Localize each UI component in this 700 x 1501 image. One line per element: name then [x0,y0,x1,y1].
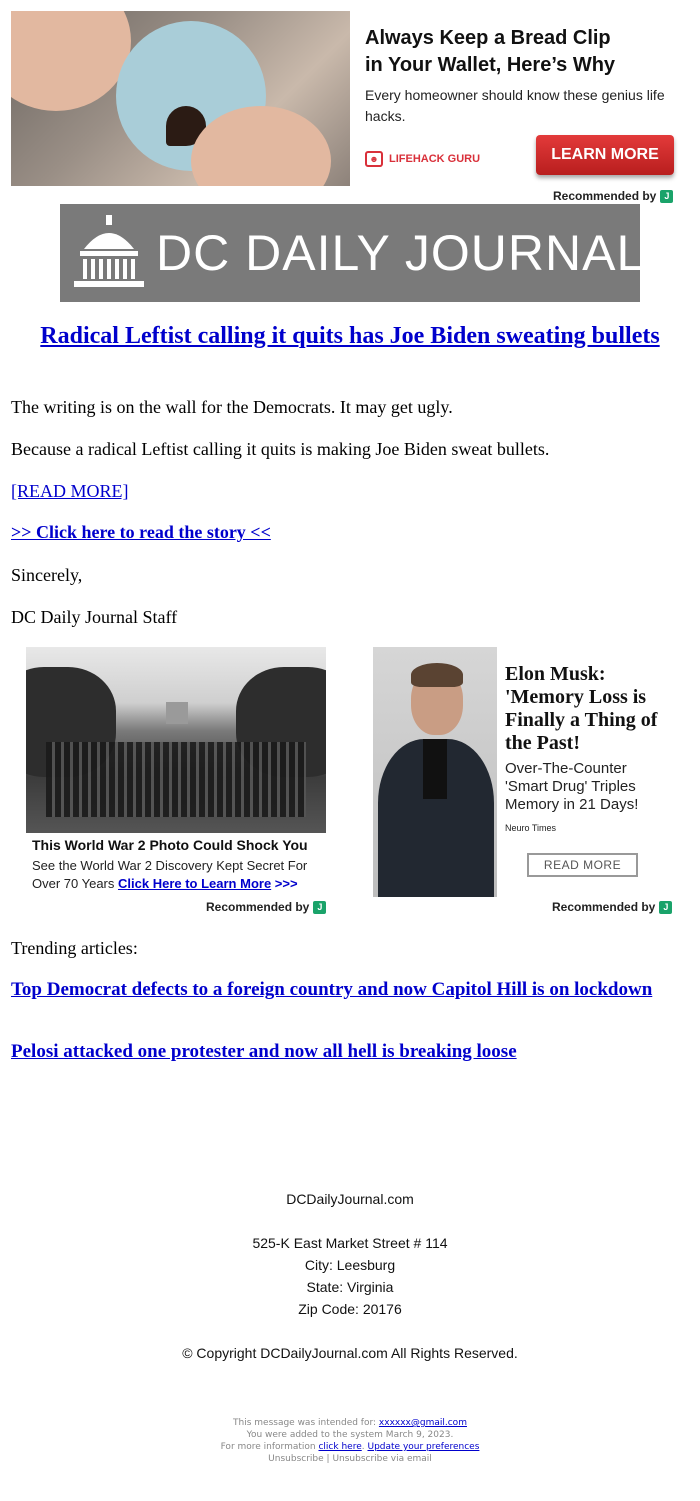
unsubscribe-link[interactable]: Unsubscribe [268,1454,324,1464]
intended-for-line: This message was intended for: xxxxxx@gm… [0,1417,700,1429]
musk-read-more-button[interactable]: READ MORE [527,853,638,877]
ad-headline[interactable]: Always Keep a Bread Clip in Your Wallet,… [365,25,665,79]
ad-headline-line2[interactable]: in Your Wallet, Here’s Why [365,52,665,79]
recipient-email-link[interactable]: xxxxxx@gmail.com [379,1418,467,1428]
closing-text: Sincerely, [11,565,83,585]
intended-for-label: This message was intended for: [233,1418,379,1428]
read-more-link[interactable]: [READ MORE] [11,481,129,501]
click-here-link[interactable]: >> Click here to read the story << [11,522,271,542]
signature-text: DC Daily Journal Staff [11,607,178,627]
musk-photo[interactable] [373,647,497,897]
site-logo[interactable]: DC DAILY JOURNAL [60,204,644,302]
ad-image[interactable] [11,11,350,186]
update-preferences-link[interactable]: Update your preferences [367,1442,479,1452]
article-headline-link[interactable]: Radical Leftist calling it quits has Joe… [11,324,689,349]
shirt-shape [423,739,447,799]
footer-city: City: Leesburg [304,1257,396,1273]
recommended-by-musk[interactable]: Recommended by J [552,900,673,914]
ad-brand: ☻ LIFEHACK GURU [365,151,480,167]
click-here-wrapper: >> Click here to read the story << [11,521,689,543]
footer-site: DCDailyJournal.com [286,1191,414,1207]
musk-ad-subtitle[interactable]: Over-The-Counter 'Smart Drug' Triples Me… [505,760,673,814]
musk-ad-title[interactable]: Elon Musk: 'Memory Loss is Finally a Thi… [505,663,673,755]
added-line: You were added to the system March 9, 20… [246,1430,454,1440]
article-paragraph: The writing is on the wall for the Democ… [11,397,453,417]
ad-brand-label: LIFEHACK GURU [389,153,481,165]
ww2-ad-title[interactable]: This World War 2 Photo Could Shock You [32,837,308,853]
ww2-photo[interactable] [26,647,326,833]
footer-state: State: Virginia [306,1279,394,1295]
hair-shape [411,663,463,687]
ww2-arrows: >>> [274,876,298,891]
trending-label: Trending articles: [11,938,138,958]
jeeng-logo-icon: J [659,900,673,914]
lifehack-logo-icon: ☻ [365,151,383,167]
musk-ad-source: Neuro Times [505,823,557,833]
recommended-label: Recommended by [552,900,656,914]
ad-headline-line1[interactable]: Always Keep a Bread Clip [365,25,665,52]
jeeng-logo-icon: J [660,189,674,203]
recommended-label: Recommended by [553,189,657,203]
arc-de-triomphe-shape [166,702,188,724]
trending-link[interactable]: Top Democrat defects to a foreign countr… [11,979,652,1000]
troops-shape [46,742,306,817]
footer-street: 525-K East Market Street # 114 [252,1235,448,1251]
unsubscribe-line: Unsubscribe | Unsubscribe via email [0,1453,700,1465]
trending-item: Pelosi attacked one protester and now al… [11,1041,689,1062]
more-info-click-here-link[interactable]: click here [318,1442,361,1452]
recommended-by-top[interactable]: Recommended by J [553,189,674,203]
footer-address: 525-K East Market Street # 114 City: Lee… [0,1232,700,1320]
capitol-dome-icon [70,213,148,293]
recommended-label: Recommended by [206,900,310,914]
trending-item: Top Democrat defects to a foreign countr… [11,979,689,1000]
top-ad[interactable]: Always Keep a Bread Clip in Your Wallet,… [11,11,690,206]
recommended-by-ww2[interactable]: Recommended by J [206,900,327,914]
footer-copyright: © Copyright DCDailyJournal.com All Right… [182,1345,518,1361]
more-info-label: For more information [220,1442,319,1452]
musk-ad[interactable]: Elon Musk: 'Memory Loss is Finally a Thi… [373,647,673,897]
article-paragraph: Because a radical Leftist calling it qui… [11,439,550,459]
read-more-wrapper: [READ MORE] [11,480,689,502]
trending-link[interactable]: Pelosi attacked one protester and now al… [11,1041,517,1062]
logo-text: DC DAILY JOURNAL [156,225,646,281]
ad-subtitle[interactable]: Every homeowner should know these genius… [365,85,665,127]
jeeng-logo-icon: J [313,900,327,914]
more-info-line: For more information click here. Update … [0,1441,700,1453]
ww2-learn-more-link[interactable]: Click Here to Learn More [118,876,271,891]
footer-zip: Zip Code: 20176 [298,1301,402,1317]
finger-shape [11,11,131,111]
learn-more-button[interactable]: LEARN MORE [536,135,674,175]
ww2-ad-subtitle[interactable]: See the World War 2 Discovery Kept Secre… [32,857,322,893]
unsubscribe-email-link[interactable]: Unsubscribe via email [332,1454,431,1464]
